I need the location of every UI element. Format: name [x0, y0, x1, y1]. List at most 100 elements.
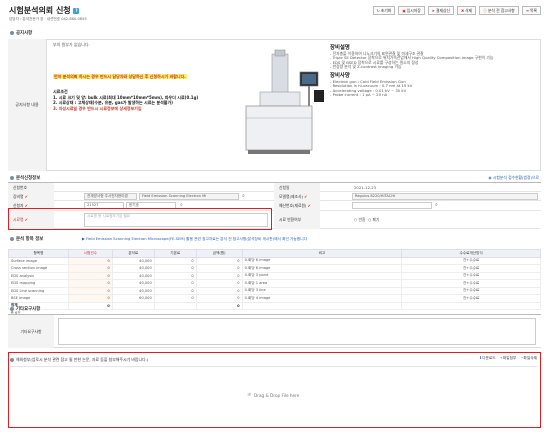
table-cell: 0	[153, 286, 197, 295]
table-cell: 0.회당 6 image	[241, 264, 403, 273]
sample-highlight-box	[8, 208, 272, 230]
equipment-search-icon[interactable]: ⌕	[242, 193, 245, 199]
pre-analysis-notes-button[interactable]: ⓘ분석 전 참고사항	[479, 6, 519, 15]
download-button[interactable]: ⬇다운로드	[479, 356, 496, 361]
file-icon: 🗎	[247, 392, 252, 397]
temp-save-button[interactable]: ▣임시저장	[398, 6, 425, 15]
list-icon: ≡	[525, 8, 529, 13]
submit-approval-button[interactable]: ➤결재상신	[427, 6, 454, 15]
attachment-header: 해외첨부(업로시 분석 관련 참고 될 만한 논문, 자료 등을 첨부해주시기 …	[10, 357, 148, 363]
test-count-input[interactable]: 0	[67, 256, 113, 265]
test-count-input[interactable]: 0	[67, 264, 113, 273]
discard-radio[interactable]: ○	[368, 217, 371, 222]
attachment-buttons: ⬇다운로드 +파일첨부 −파일삭제	[479, 356, 537, 361]
delete-button[interactable]: ✖삭제	[456, 6, 477, 15]
items-section-title: 분석 항목 정보	[10, 236, 43, 242]
table-cell	[401, 301, 541, 310]
table-cell: 0	[153, 279, 197, 288]
table-row: BSE image 0 60,000 0 0 0.회당 4 image 건+수수료	[8, 294, 541, 303]
add-file-button[interactable]: +파일첨부	[500, 356, 517, 361]
list-button[interactable]: ≡목록	[521, 6, 541, 15]
analysis-items-table: 항목명 시험건수 분석료 기본료 금액(원) 비고 수수료개산방식 Surfac…	[8, 249, 541, 317]
equipment-image	[238, 46, 330, 164]
link-icon: ◉	[488, 175, 492, 180]
table-cell: 0	[153, 294, 197, 303]
table-cell: 0	[195, 294, 243, 303]
table-cell: 40,000	[111, 271, 155, 280]
bullet-icon	[10, 358, 14, 362]
table-cell: 건+수수료	[401, 264, 541, 273]
equipment-description: 장비설명 - 전자총을 이용하여 나노크기의 표면관찰 및 미세구조 관찰 - …	[330, 45, 494, 98]
other-requirements-row: 기타요구사항	[8, 314, 541, 348]
table-cell: 건+수수료	[401, 271, 541, 280]
table-row: EDS mapping 0 40,000 0 0 0.회당 1 area 건+수수료	[8, 279, 541, 288]
table-cell: 0	[153, 271, 197, 280]
toolbar: ↻초기화 ▣임시저장 ➤결재상신 ✖삭제 ⓘ분석 전 참고사항 ≡목록	[372, 6, 541, 15]
return-radio[interactable]: ○	[354, 217, 357, 222]
trash-icon: ✖	[460, 8, 465, 13]
sample-return-options: ○ 반환 ○ 폐기	[354, 216, 380, 222]
table-cell: 0.회당 1 area	[241, 279, 403, 288]
table-cell: 40,000	[111, 279, 155, 288]
bullet-icon	[10, 236, 14, 241]
notice-content: 부의 원부가 없습니다. 먼저 분석의뢰 하시는 경우 반드시 담당자와 상담하…	[48, 39, 236, 171]
form-row-request-no: 신청번호 신청일 2021-12-23	[8, 182, 541, 193]
form-row-equipment: 장비명 ✔ 전계방사형 주사전자현미경 Field Emission Scann…	[8, 191, 541, 201]
table-cell: 0	[195, 256, 243, 265]
contact-info: 담당자 : 분석전문가 장 · 내선번호 042-860-0655	[9, 17, 87, 21]
table-cell: 40,000	[111, 256, 155, 265]
equipment-name-en: Field Emission Scanning Electron Mi	[139, 192, 239, 200]
help-icon[interactable]: ?	[73, 7, 80, 14]
table-cell: Cross section image	[8, 264, 69, 273]
other-section-title: 기타요구사항	[10, 306, 40, 312]
notice-label: 공지사항 내용	[8, 39, 47, 171]
table-cell: 0.회당 6 image	[241, 256, 403, 265]
table-cell: 건+수수료	[401, 294, 541, 303]
test-count-input[interactable]: 0	[67, 279, 113, 288]
table-row: EDS analysis 0 40,000 0 0 0.회당 3 point 건+수수료	[8, 271, 541, 280]
save-icon: ▣	[402, 8, 406, 13]
sum-row: 합계 0 0	[8, 301, 541, 310]
receipt-status-link[interactable]: ◉ 시험분석 접수현황(법정)으로	[488, 175, 539, 181]
budget-search-icon[interactable]: ⌕	[435, 202, 438, 208]
table-cell: 0	[153, 256, 197, 265]
table-cell: 건+수수료	[401, 286, 541, 295]
required-check-icon: ✔	[307, 203, 311, 208]
table-cell: 0	[195, 279, 243, 288]
sample-conditions: 시료조건 1. 시료 크기 및 양: bulk 시료(최대 10mm*10mm*…	[53, 89, 199, 111]
table-cell: 0	[67, 301, 113, 310]
bullet-icon	[10, 175, 14, 180]
test-count-input[interactable]: 0	[67, 286, 113, 295]
request-section-title: 분석신청정보	[10, 175, 40, 181]
table-cell	[241, 301, 403, 310]
test-count-input[interactable]: 0	[67, 271, 113, 280]
table-cell: EDS mapping	[8, 279, 69, 288]
delete-file-button[interactable]: −파일삭제	[520, 356, 537, 361]
other-requirements-textarea[interactable]	[58, 318, 536, 345]
bullet-icon	[10, 30, 14, 35]
arrow-icon: ▶	[82, 237, 85, 241]
table-cell: 0	[195, 301, 243, 310]
table-cell: 0.회당 4 image	[241, 294, 403, 303]
table-cell: 건+수수료	[401, 256, 541, 265]
page-title: 시험분석의뢰 신청 ?	[9, 5, 80, 16]
table-cell: 0	[195, 264, 243, 273]
refresh-icon: ↻	[376, 8, 380, 13]
table-cell: 0	[153, 264, 197, 273]
test-count-input[interactable]: 0	[67, 294, 113, 303]
budget-number-input[interactable]	[352, 202, 432, 210]
bullet-icon	[10, 306, 14, 311]
items-reference-link[interactable]: ▶ Field Emission Scanning Electron Micro…	[82, 237, 307, 242]
file-dropzone[interactable]: 🗎 Drag & Drop File here	[10, 366, 537, 424]
required-check-icon: ✔	[24, 193, 28, 199]
table-cell: 0	[195, 286, 243, 295]
table-row: EDS Line scanning 0 40,000 0 0 0.회당 3 line 건+수…	[8, 286, 541, 295]
table-cell: 0.회당 3 line	[241, 286, 403, 295]
notice-section-title: 공지사항	[10, 30, 32, 36]
required-check-icon: ✔	[304, 193, 308, 199]
table-cell: BSE image	[8, 294, 69, 303]
table-header-row: 항목명 시험건수 분석료 기본료 금액(원) 비고 수수료개산방식	[8, 249, 541, 258]
reset-button[interactable]: ↻초기화	[372, 6, 396, 15]
table-cell: EDS Line scanning	[8, 286, 69, 295]
table-row: Cross section image 0 40,000 0 0 0.회당 6 image…	[8, 264, 541, 273]
